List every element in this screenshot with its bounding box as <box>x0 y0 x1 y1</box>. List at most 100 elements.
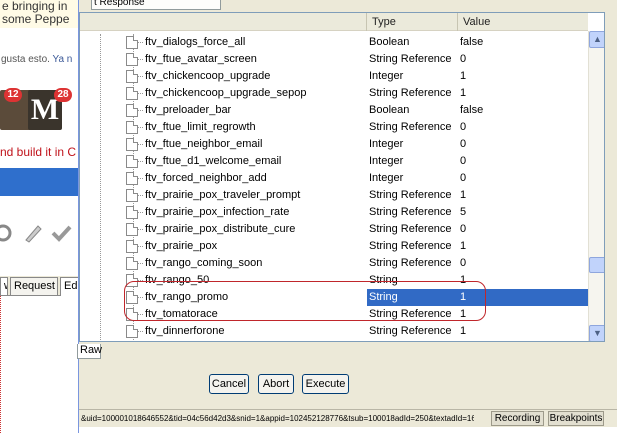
row-value[interactable]: false <box>458 34 588 51</box>
row-name: ftv_ftue_neighbor_email <box>145 138 263 150</box>
bottom-edge <box>79 427 617 433</box>
row-name: ftv_chickencoop_upgrade <box>145 70 271 82</box>
tree-row[interactable]: ftv_prairie_pox_distribute_cure String Re… <box>80 221 588 238</box>
row-type: String Reference <box>369 240 452 252</box>
row-type: String Reference <box>369 121 452 133</box>
row-name: ftv_dialogs_force_all <box>145 36 246 48</box>
vertical-scrollbar[interactable]: ▲ ▼ <box>588 31 604 341</box>
tree-row[interactable]: ftv_ftue_d1_welcome_email Integer 0 <box>80 153 588 170</box>
cancel-button[interactable]: Cancel <box>209 374 249 394</box>
row-type: Integer <box>369 138 404 150</box>
abort-button[interactable]: Abort <box>258 374 294 394</box>
row-type: String Reference <box>369 206 452 218</box>
response-dialog: t Response Type Value ftv_dialogs_force_… <box>77 0 617 433</box>
row-name: ftv_dinnerforone <box>145 325 225 337</box>
document-icon <box>126 223 138 236</box>
tree-row[interactable]: ftv_chickencoop_upgrade Integer 1 <box>80 68 588 85</box>
background-red-text: nd build it in C <box>0 145 77 159</box>
row-type: String Reference <box>369 325 452 337</box>
notification-badge: 28 <box>54 88 72 102</box>
row-type: String Reference <box>369 223 452 235</box>
response-tree-grid: Type Value ftv_dialogs_force_all Boolean f… <box>79 12 605 342</box>
scroll-down-button[interactable]: ▼ <box>589 325 604 341</box>
row-value[interactable]: 0 <box>458 119 588 136</box>
checkmark-icon[interactable] <box>50 222 72 244</box>
refresh-icon[interactable] <box>0 222 14 244</box>
row-type: Boolean <box>369 36 410 48</box>
status-bar: &uid=100001018646552&tid=04c56d42d3&snid… <box>79 409 617 427</box>
row-type: Boolean <box>369 104 410 116</box>
document-icon <box>126 155 138 168</box>
tree-row[interactable]: ftv_chickencoop_upgrade_sepop String Refe… <box>80 85 588 102</box>
tab-edit[interactable]: Ed <box>60 277 78 296</box>
scroll-up-button[interactable]: ▲ <box>589 31 604 48</box>
tab-raw[interactable]: Raw <box>77 344 102 359</box>
recording-button[interactable]: Recording <box>491 411 544 426</box>
tree-row[interactable]: ftv_prairie_pox_traveler_prompt String Re… <box>80 187 588 204</box>
row-value[interactable]: 1 <box>458 238 588 255</box>
status-url-text: &uid=100001018646552&tid=04c56d42d3&snid… <box>81 414 474 423</box>
background-toolbar <box>0 212 78 250</box>
document-icon <box>126 206 138 219</box>
document-icon <box>126 36 138 49</box>
background-panel <box>0 296 78 433</box>
tab-request[interactable]: Request <box>10 277 58 296</box>
row-value[interactable]: false <box>458 102 588 119</box>
document-icon <box>126 104 138 117</box>
document-icon <box>126 70 138 83</box>
notification-badge: 12 <box>4 88 22 102</box>
row-value[interactable]: 5 <box>458 204 588 221</box>
row-value[interactable]: 1 <box>458 85 588 102</box>
row-value[interactable]: 0 <box>458 255 588 272</box>
column-header-value[interactable]: Value <box>458 13 588 31</box>
document-icon <box>126 172 138 185</box>
row-name: ftv_prairie_pox_traveler_prompt <box>145 189 301 201</box>
row-name: ftv_preloader_bar <box>145 104 232 116</box>
background-headline: e bringing in some Peppe <box>0 0 78 28</box>
row-name: ftv_ftue_limit_regrowth <box>145 121 256 133</box>
document-icon <box>126 240 138 253</box>
tree-row[interactable]: ftv_rango_coming_soon String Reference 0 <box>80 255 588 272</box>
document-icon <box>126 325 138 338</box>
row-value[interactable]: 1 <box>458 323 588 340</box>
row-value[interactable]: 0 <box>458 170 588 187</box>
execute-button[interactable]: Execute <box>302 374 349 394</box>
tree-row[interactable]: ftv_dialogs_force_all Boolean false <box>80 34 588 51</box>
background-page: e bringing in some Peppe gusta esto. Ya … <box>0 0 78 433</box>
row-name: ftv_ftue_avatar_screen <box>145 53 257 65</box>
tree-row[interactable]: ftv_preloader_bar Boolean false <box>80 102 588 119</box>
breakpoints-button[interactable]: Breakpoints <box>548 411 604 426</box>
background-tab-strip: w Request Ed <box>0 276 78 296</box>
row-type: String Reference <box>369 257 452 269</box>
row-value[interactable]: 0 <box>458 221 588 238</box>
tab-response[interactable]: t Response <box>91 0 221 10</box>
row-type: Integer <box>369 155 404 167</box>
column-header-type[interactable]: Type <box>367 13 458 31</box>
tree-row[interactable]: ftv_forced_neighbor_add Integer 0 <box>80 170 588 187</box>
row-value[interactable]: 1 <box>458 68 588 85</box>
tab-w[interactable]: w <box>0 277 8 296</box>
row-value[interactable]: 0 <box>458 136 588 153</box>
column-header-name[interactable] <box>80 13 367 31</box>
tree-row[interactable]: ftv_dinnerforone String Reference 1 <box>80 323 588 340</box>
row-type: String Reference <box>369 87 452 99</box>
pencil-icon[interactable] <box>22 222 44 244</box>
scroll-thumb[interactable] <box>589 257 604 273</box>
row-name: ftv_chickencoop_upgrade_sepop <box>145 87 307 99</box>
row-value[interactable]: 1 <box>458 187 588 204</box>
headline-line-2: some Peppe <box>2 12 70 26</box>
tree-row[interactable]: ftv_prairie_pox_infection_rate String Ref… <box>80 204 588 221</box>
document-icon <box>126 121 138 134</box>
tree-row[interactable]: ftv_prairie_pox String Reference 1 <box>80 238 588 255</box>
row-value[interactable]: 0 <box>458 51 588 68</box>
document-icon <box>126 257 138 270</box>
row-value[interactable]: 0 <box>458 153 588 170</box>
like-link[interactable]: Ya n <box>53 54 73 65</box>
tree-row[interactable]: ftv_ftue_limit_regrowth String Reference 0 <box>80 119 588 136</box>
row-type: String Reference <box>369 189 452 201</box>
row-name: ftv_ftue_d1_welcome_email <box>145 155 282 167</box>
tree-row[interactable]: ftv_ftue_neighbor_email Integer 0 <box>80 136 588 153</box>
row-name: ftv_forced_neighbor_add <box>145 172 267 184</box>
row-name: ftv_rango_coming_soon <box>145 257 263 269</box>
tree-row[interactable]: ftv_ftue_avatar_screen String Reference 0 <box>80 51 588 68</box>
